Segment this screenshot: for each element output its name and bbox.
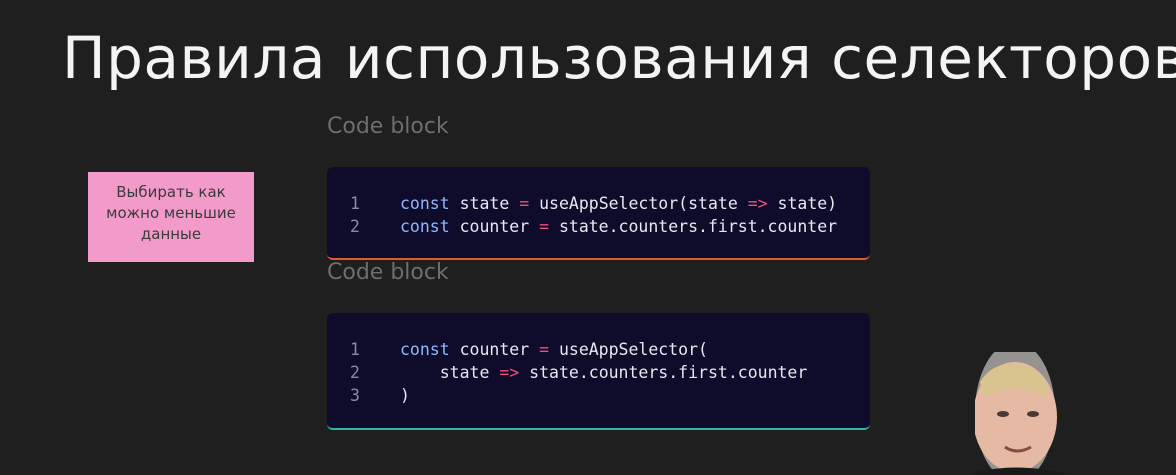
code-token: state)	[767, 194, 838, 213]
code-token: const	[400, 217, 450, 236]
code-token: =>	[499, 363, 520, 382]
line-number: 2	[350, 217, 360, 236]
code-text: const state = useAppSelector(state => st…	[400, 192, 837, 215]
sticky-note: Выбирать как можно меньшие данные	[88, 172, 254, 262]
code-token: state.counters.first.counter	[549, 217, 838, 236]
code-token: state	[400, 363, 500, 382]
presenter-webcam	[975, 352, 1176, 475]
code-block-1: 1 const state = useAppSelector(state => s…	[327, 167, 870, 260]
code-token: =	[519, 194, 530, 213]
code-line: 3)	[327, 384, 870, 407]
slide-title: Правила использования селекторов	[62, 24, 1176, 92]
code-text: )	[400, 384, 410, 407]
code-text: state => state.counters.first.counter	[400, 361, 808, 384]
code-token: useAppSelector(state	[529, 194, 748, 213]
code-token: state.counters.first.counter	[519, 363, 808, 382]
line-number: 1	[350, 340, 360, 359]
code-token: counter	[449, 217, 540, 236]
code-text: const counter = useAppSelector(	[400, 338, 708, 361]
code-block-label-1: Code block	[327, 114, 449, 139]
line-number: 1	[350, 194, 360, 213]
code-block-2: 1 const counter = useAppSelector(2 state …	[327, 313, 870, 430]
code-token: =>	[747, 194, 768, 213]
code-token: )	[400, 386, 410, 405]
code-token: counter	[449, 340, 540, 359]
code-block-label-2: Code block	[327, 260, 449, 285]
line-number: 2	[350, 363, 360, 382]
code-token: const	[400, 340, 450, 359]
code-token: state	[449, 194, 520, 213]
presenter-image	[975, 352, 1176, 475]
line-number: 3	[350, 386, 360, 405]
code-line: 2 state => state.counters.first.counter	[327, 361, 870, 384]
code-token: =	[539, 340, 550, 359]
code-token: const	[400, 194, 450, 213]
code-line: 1 const counter = useAppSelector(	[327, 338, 870, 361]
code-text: const counter = state.counters.first.cou…	[400, 215, 837, 238]
code-token: useAppSelector(	[549, 340, 708, 359]
code-line: 1 const state = useAppSelector(state => s…	[327, 192, 870, 215]
code-line: 2 const counter = state.counters.first.co…	[327, 215, 870, 238]
code-token: =	[539, 217, 550, 236]
